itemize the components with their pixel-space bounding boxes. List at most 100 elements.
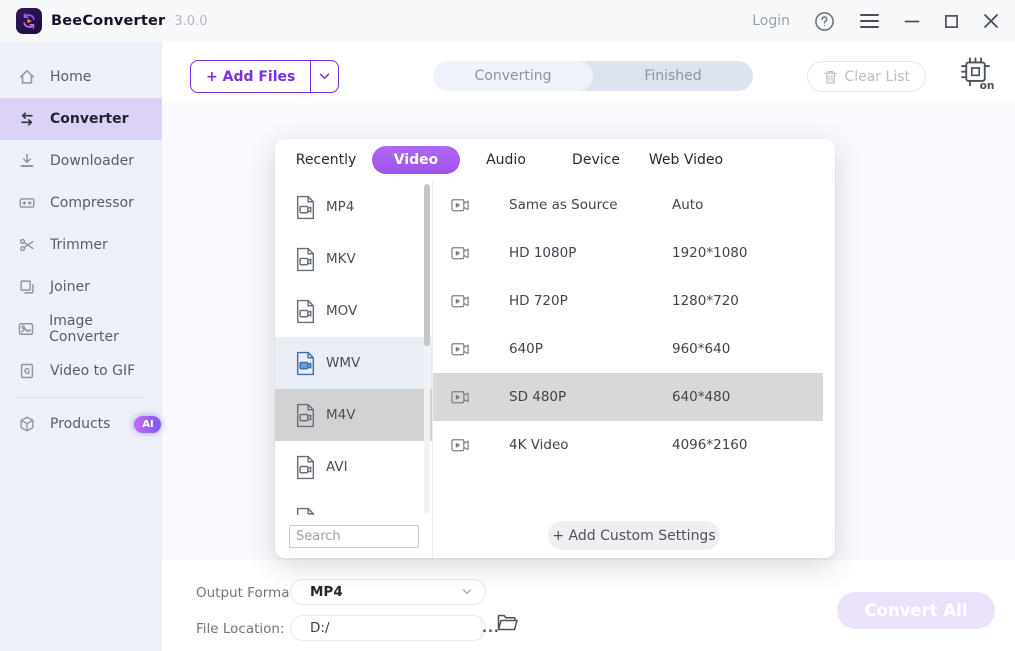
video-file-icon [295, 403, 316, 428]
titlebar: BeeConverter 3.0.0 Login [0, 0, 1015, 42]
hardware-acceleration-toggle[interactable]: on [957, 55, 994, 96]
video-file-icon [295, 507, 316, 516]
chevron-down-icon [462, 589, 485, 595]
preset-resolution: 4096*2160 [672, 437, 747, 453]
video-camera-icon [451, 198, 470, 213]
preset-resolution: 640*480 [672, 389, 730, 405]
add-files-button[interactable]: + Add Files [191, 61, 311, 92]
video-camera-icon [451, 294, 470, 309]
tab-web-video[interactable]: Web Video [641, 152, 731, 168]
sidebar-item-label: Home [50, 69, 91, 85]
app-version: 3.0.0 [174, 14, 207, 29]
convert-all-button[interactable]: Convert All [837, 592, 995, 629]
clear-list-label: Clear List [844, 69, 910, 85]
tab-converting[interactable]: Converting [433, 61, 593, 91]
main-toolbar: + Add Files Converting Finished Clear Li… [162, 42, 1015, 103]
tab-recently[interactable]: Recently [281, 152, 371, 168]
preset-resolution: 960*640 [672, 341, 730, 357]
sidebar-item-home[interactable]: Home [0, 56, 162, 98]
preset-name: Same as Source [509, 197, 672, 213]
scissors-icon [17, 236, 36, 254]
open-folder-button[interactable] [496, 613, 518, 636]
sidebar-item-compressor[interactable]: Compressor [0, 182, 162, 224]
video-camera-icon [451, 342, 470, 357]
output-format-select[interactable]: MP4 [290, 579, 486, 605]
sidebar-item-label: Compressor [50, 195, 134, 211]
minimize-button[interactable] [904, 13, 920, 29]
app-window: BeeConverter 3.0.0 Login [0, 0, 1015, 651]
video-file-icon [295, 195, 316, 220]
format-list-scrollbar-thumb[interactable] [424, 184, 430, 346]
svg-text:on: on [980, 79, 994, 92]
sidebar-item-label: Trimmer [50, 237, 108, 253]
sidebar-item-downloader[interactable]: Downloader [0, 140, 162, 182]
image-icon [17, 320, 35, 338]
format-row-partial[interactable] [275, 493, 432, 515]
search-input[interactable] [289, 525, 419, 548]
format-label: M4V [326, 407, 355, 423]
format-row-mkv[interactable]: MKV [275, 233, 432, 285]
sidebar-item-products[interactable]: Products AI [0, 403, 162, 445]
file-location-label: File Location: [196, 621, 285, 637]
add-files-dropdown-button[interactable] [311, 61, 338, 92]
output-format-panel: Recently Video Audio Device Web Video [275, 139, 835, 558]
gif-doc-icon: G [17, 362, 36, 380]
format-category-tabs: Recently Video Audio Device Web Video [275, 139, 835, 181]
preset-name: HD 1080P [509, 245, 672, 261]
help-button[interactable] [814, 11, 835, 32]
download-icon [17, 152, 36, 170]
preset-row-hd-1080p[interactable]: HD 1080P 1920*1080 [433, 229, 835, 277]
preset-row-sd-480p[interactable]: SD 480P 640*480 [433, 373, 823, 421]
format-label: WMV [326, 355, 360, 371]
format-label: MP4 [326, 199, 354, 215]
svg-text:G: G [23, 367, 29, 376]
format-row-mov[interactable]: MOV [275, 285, 432, 337]
minimize-icon [904, 13, 920, 29]
sidebar-item-label: Downloader [50, 153, 134, 169]
chip-on-icon: on [957, 55, 994, 92]
menu-button[interactable] [859, 13, 880, 29]
compress-icon [17, 194, 36, 212]
preset-name: 4K Video [509, 437, 672, 453]
tab-finished[interactable]: Finished [593, 61, 753, 91]
login-button[interactable]: Login [752, 13, 790, 29]
format-list-column: MP4 MKV [275, 181, 433, 558]
preset-list-column: Same as Source Auto HD 1080P 1920*1080 [433, 181, 835, 558]
tab-device[interactable]: Device [551, 152, 641, 168]
preset-row-same-as-source[interactable]: Same as Source Auto [433, 181, 835, 229]
sidebar-item-image-converter[interactable]: Image Converter [0, 308, 162, 350]
preset-name: HD 720P [509, 293, 672, 309]
sidebar-item-label: Video to GIF [50, 363, 135, 379]
maximize-button[interactable] [944, 14, 959, 29]
tab-video[interactable]: Video [372, 146, 460, 174]
sidebar-item-label: Products [50, 416, 110, 432]
video-file-icon [295, 299, 316, 324]
preset-row-hd-720p[interactable]: HD 720P 1280*720 [433, 277, 835, 325]
file-location-input[interactable] [291, 616, 481, 640]
sidebar-item-joiner[interactable]: Joiner [0, 266, 162, 308]
hamburger-icon [859, 13, 880, 29]
format-row-avi[interactable]: AVI [275, 441, 432, 493]
format-row-wmv[interactable]: WMV [275, 337, 432, 389]
video-camera-icon [451, 390, 470, 405]
maximize-icon [944, 14, 959, 29]
format-row-mp4[interactable]: MP4 [275, 181, 432, 233]
converting-finished-tabs: Converting Finished [433, 61, 753, 91]
help-icon [814, 11, 835, 32]
file-location-field: ... [290, 615, 486, 641]
add-custom-settings-button[interactable]: + Add Custom Settings [548, 521, 720, 550]
sidebar-item-converter[interactable]: Converter [0, 98, 162, 140]
clear-list-button[interactable]: Clear List [807, 61, 926, 92]
panel-body: MP4 MKV [275, 181, 835, 558]
output-format-label: Output Format: [196, 585, 299, 601]
close-button[interactable] [983, 13, 999, 29]
preset-row-4k-video[interactable]: 4K Video 4096*2160 [433, 421, 835, 469]
video-file-icon [295, 351, 316, 376]
tab-audio[interactable]: Audio [461, 152, 551, 168]
video-camera-icon [451, 438, 470, 453]
sidebar-item-video-to-gif[interactable]: G Video to GIF [0, 350, 162, 392]
format-row-m4v[interactable]: M4V [275, 389, 432, 441]
preset-row-640p[interactable]: 640P 960*640 [433, 325, 835, 373]
video-camera-icon [451, 246, 470, 261]
sidebar-item-trimmer[interactable]: Trimmer [0, 224, 162, 266]
